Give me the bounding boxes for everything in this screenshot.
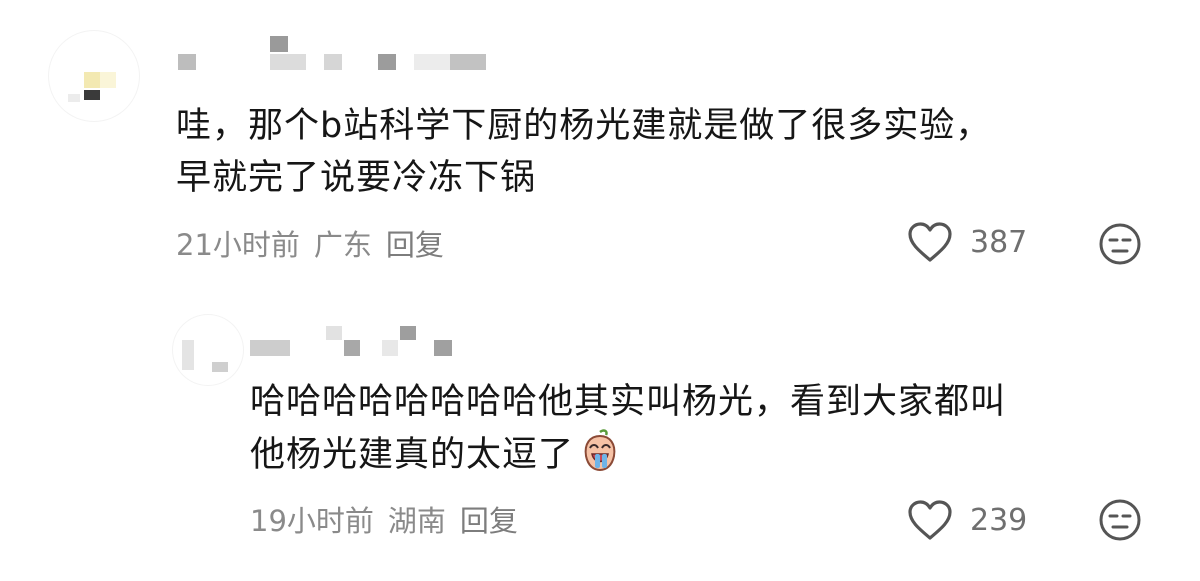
timestamp: 19小时前 (250, 504, 374, 538)
avatar-pixel (100, 72, 116, 88)
like-button[interactable]: 387 (906, 220, 1027, 264)
blur-block (178, 54, 196, 70)
comment-meta: 19小时前 湖南 回复 (250, 498, 518, 540)
comment-1: 哇，那个b站科学下厨的杨光建就是做了很多实验， 早就完了说要冷冻下锅 21小时前… (0, 0, 1200, 290)
heart-outline-icon (908, 222, 952, 262)
avatar-pixel (182, 340, 194, 370)
location: 广东 (313, 228, 372, 262)
blur-block (450, 54, 486, 70)
like-button[interactable]: 239 (906, 498, 1027, 542)
avatar-pixel (68, 94, 80, 102)
comment-meta: 21小时前 广东 回复 (176, 222, 444, 264)
unamused-face-icon (1099, 223, 1141, 265)
avatar[interactable] (172, 314, 244, 386)
dislike-button[interactable] (1098, 222, 1142, 270)
comment-text: 哇，那个b站科学下厨的杨光建就是做了很多实验， 早就完了说要冷冻下锅 (176, 100, 991, 204)
blur-block (400, 326, 416, 340)
heart-outline-icon (908, 500, 952, 540)
avatar-pixel (84, 90, 100, 100)
blur-block (378, 54, 396, 70)
timestamp: 21小时前 (176, 228, 300, 262)
blur-block (324, 54, 342, 70)
location: 湖南 (387, 504, 446, 538)
comment-text-segment: 他杨光建真的太逗了 (250, 435, 575, 475)
blur-block (382, 340, 398, 356)
comment-text-line: 他杨光建真的太逗了 (250, 428, 1006, 487)
comment-text-line: 哈哈哈哈哈哈哈哈他其实叫杨光，看到大家都叫 (250, 382, 1007, 422)
blur-block (344, 340, 360, 356)
blur-block (434, 340, 452, 356)
blur-block (326, 326, 342, 340)
like-count: 387 (970, 224, 1028, 260)
blur-block (414, 54, 450, 70)
comment-text-line: 哇，那个b站科学下厨的杨光建就是做了很多实验， (176, 106, 992, 146)
like-count: 239 (970, 502, 1028, 538)
comment-2: 哈哈哈哈哈哈哈哈他其实叫杨光，看到大家都叫 他杨光建真的太逗了 19小时前 湖南… (0, 290, 1200, 581)
laughing-peach-emoji (578, 428, 622, 487)
comment-text: 哈哈哈哈哈哈哈哈他其实叫杨光，看到大家都叫 他杨光建真的太逗了 (250, 376, 1006, 487)
blur-block (270, 36, 288, 52)
reply-button[interactable]: 回复 (386, 222, 444, 264)
reply-button[interactable]: 回复 (460, 498, 518, 540)
blur-block (270, 54, 306, 70)
avatar-pixel (84, 72, 100, 88)
avatar[interactable] (48, 30, 140, 122)
username-blurred[interactable] (250, 326, 460, 360)
avatar-pixel (212, 362, 228, 372)
username-blurred[interactable] (178, 36, 498, 70)
unamused-face-icon (1099, 499, 1141, 541)
dislike-button[interactable] (1098, 498, 1142, 546)
comment-text-line: 早就完了说要冷冻下锅 (176, 158, 537, 198)
blur-block (250, 340, 290, 356)
